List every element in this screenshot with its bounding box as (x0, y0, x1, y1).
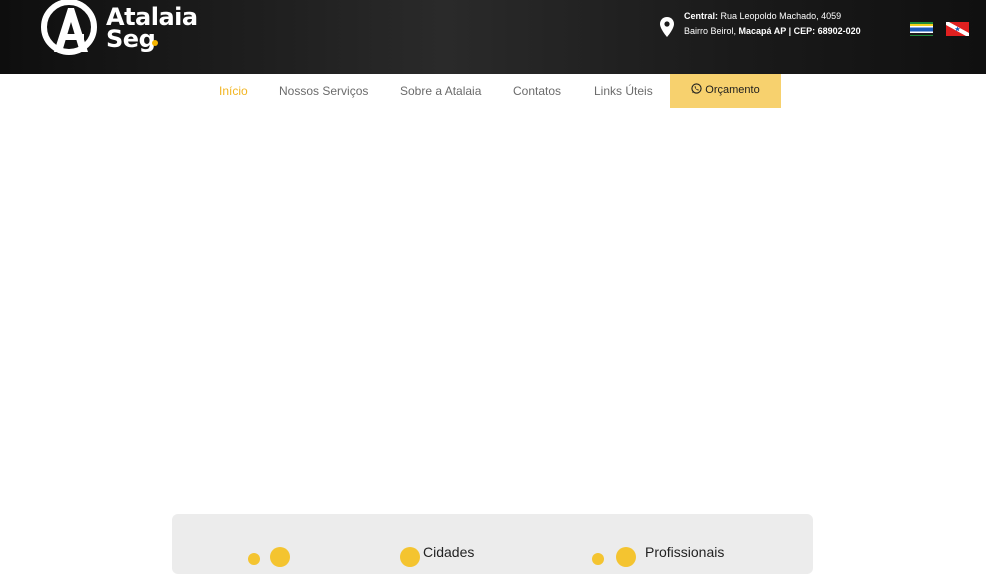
logo-yellow-dot (152, 40, 158, 46)
top-header-bar: Atalaia Seg Central: Rua Leopoldo Machad… (0, 0, 986, 74)
amapa-flag-icon[interactable] (910, 22, 933, 36)
orcamento-label: Orçamento (705, 84, 760, 96)
address-street: Rua Leopoldo Machado, 4059 (720, 11, 842, 21)
stat-icon (270, 547, 290, 567)
hero-banner-area (0, 108, 986, 515)
nav-item-nossos-servicos[interactable]: Nossos Serviços (279, 74, 368, 108)
para-flag-icon[interactable] (946, 22, 969, 36)
map-pin-icon (660, 17, 674, 37)
stat-label: Profissionais (645, 544, 725, 560)
logo-line-2: Seg (106, 25, 156, 53)
atalaia-a-emblem-icon (41, 0, 97, 55)
address-label: Central: (684, 11, 719, 21)
address-district: Bairro Beirol, (684, 26, 737, 36)
nav-item-sobre-a-atalaia[interactable]: Sobre a Atalaia (400, 74, 481, 108)
main-navigation: Início Nossos Serviços Sobre a Atalaia C… (0, 74, 986, 108)
stat-label: Cidades (423, 544, 475, 560)
orcamento-button[interactable]: Orçamento (670, 74, 781, 108)
address-line-2: Bairro Beirol, Macapá AP | CEP: 68902-02… (684, 24, 884, 39)
atalaia-logo[interactable]: Atalaia Seg (40, 0, 200, 62)
stat-icon (616, 547, 636, 567)
address-text: Central: Rua Leopoldo Machado, 4059 Bair… (684, 9, 884, 39)
stat-icon (400, 547, 420, 567)
address-line-1: Central: Rua Leopoldo Machado, 4059 (684, 9, 884, 24)
nav-item-links-uteis[interactable]: Links Úteis (594, 74, 653, 108)
address-city: Macapá AP | CEP: 68902-020 (738, 26, 861, 36)
whatsapp-icon (691, 83, 702, 94)
stats-panel: Cidades Profissionais (172, 514, 813, 574)
nav-item-inicio[interactable]: Início (219, 74, 248, 108)
nav-item-contatos[interactable]: Contatos (513, 74, 561, 108)
